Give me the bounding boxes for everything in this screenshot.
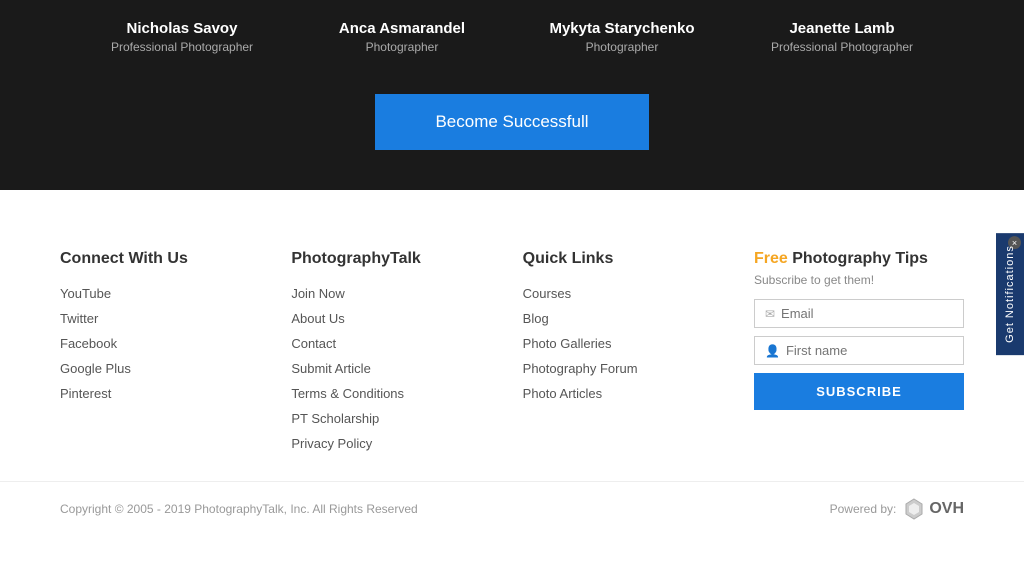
link-join-now[interactable]: Join Now — [291, 286, 522, 301]
link-terms[interactable]: Terms & Conditions — [291, 386, 522, 401]
top-section: Nicholas Savoy Professional Photographer… — [0, 0, 1024, 190]
email-field[interactable] — [781, 306, 953, 321]
newsletter-col: Free Photography Tips Subscribe to get t… — [754, 250, 964, 461]
pt-title: PhotographyTalk — [291, 250, 522, 268]
become-successful-button[interactable]: Become Successfull — [375, 94, 648, 150]
section-divider — [0, 190, 1024, 220]
photographer-title-3: Photographer — [522, 40, 722, 54]
email-input-wrapper: ✉ — [754, 299, 964, 328]
newsletter-subtitle: Subscribe to get them! — [754, 273, 964, 287]
photographer-item: Anca Asmarandel Photographer — [292, 10, 512, 64]
link-courses[interactable]: Courses — [523, 286, 754, 301]
firstname-field[interactable] — [786, 343, 953, 358]
connect-col: Connect With Us YouTube Twitter Facebook… — [60, 250, 291, 461]
footer-section: Connect With Us YouTube Twitter Facebook… — [0, 220, 1024, 481]
connect-title: Connect With Us — [60, 250, 291, 268]
newsletter-free-label: Free — [754, 250, 788, 267]
copyright-text: Copyright © 2005 - 2019 PhotographyTalk,… — [60, 502, 418, 516]
photographer-title-2: Photographer — [302, 40, 502, 54]
link-about-us[interactable]: About Us — [291, 311, 522, 326]
link-twitter[interactable]: Twitter — [60, 311, 291, 326]
link-photography-forum[interactable]: Photography Forum — [523, 361, 754, 376]
person-icon: 👤 — [765, 344, 780, 358]
photographer-item: Jeanette Lamb Professional Photographer — [732, 10, 952, 64]
subscribe-button[interactable]: SUBSCRIBE — [754, 373, 964, 410]
link-pinterest[interactable]: Pinterest — [60, 386, 291, 401]
newsletter-rest-label: Photography Tips — [788, 250, 928, 267]
link-google-plus[interactable]: Google Plus — [60, 361, 291, 376]
photographers-row: Nicholas Savoy Professional Photographer… — [0, 10, 1024, 64]
ovh-icon — [902, 497, 926, 521]
photographer-title-4: Professional Photographer — [742, 40, 942, 54]
notification-tab[interactable]: × Get Notifications — [996, 233, 1024, 355]
link-photo-galleries[interactable]: Photo Galleries — [523, 336, 754, 351]
link-scholarship[interactable]: PT Scholarship — [291, 411, 522, 426]
link-facebook[interactable]: Facebook — [60, 336, 291, 351]
notification-tab-label: Get Notifications — [1004, 245, 1016, 343]
quick-title: Quick Links — [523, 250, 754, 268]
photographer-item: Nicholas Savoy Professional Photographer — [72, 10, 292, 64]
pt-col: PhotographyTalk Join Now About Us Contac… — [291, 250, 522, 461]
link-submit-article[interactable]: Submit Article — [291, 361, 522, 376]
link-contact[interactable]: Contact — [291, 336, 522, 351]
email-icon: ✉ — [765, 307, 775, 321]
photographer-name-1: Nicholas Savoy — [82, 20, 282, 37]
powered-by-label: Powered by: — [830, 502, 897, 516]
ovh-text: OVH — [929, 500, 964, 518]
quick-col: Quick Links Courses Blog Photo Galleries… — [523, 250, 754, 461]
photographer-name-2: Anca Asmarandel — [302, 20, 502, 37]
ovh-logo: OVH — [902, 497, 964, 521]
link-youtube[interactable]: YouTube — [60, 286, 291, 301]
link-photo-articles[interactable]: Photo Articles — [523, 386, 754, 401]
link-blog[interactable]: Blog — [523, 311, 754, 326]
photographer-title-1: Professional Photographer — [82, 40, 282, 54]
firstname-input-wrapper: 👤 — [754, 336, 964, 365]
bottom-bar: Copyright © 2005 - 2019 PhotographyTalk,… — [0, 481, 1024, 536]
photographer-item: Mykyta Starychenko Photographer — [512, 10, 732, 64]
link-privacy[interactable]: Privacy Policy — [291, 436, 522, 451]
photographer-name-3: Mykyta Starychenko — [522, 20, 722, 37]
photographer-name-4: Jeanette Lamb — [742, 20, 942, 37]
powered-by: Powered by: OVH — [830, 497, 964, 521]
newsletter-title: Free Photography Tips — [754, 250, 964, 268]
